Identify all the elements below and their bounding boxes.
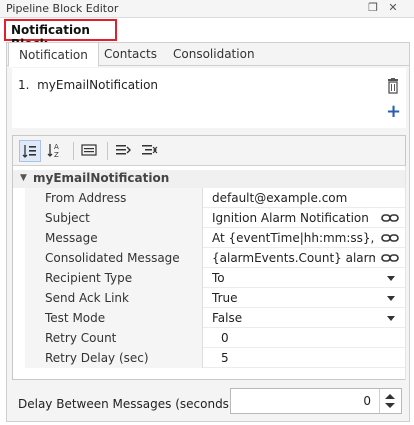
- link-icon[interactable]: [381, 211, 399, 225]
- property-name: Subject: [25, 208, 203, 228]
- tab-consolidation[interactable]: Consolidation: [163, 42, 265, 66]
- notification-list-item[interactable]: 1. myEmailNotification: [18, 78, 158, 92]
- svg-text:Z: Z: [54, 151, 59, 159]
- tab-notification[interactable]: Notification: [8, 42, 99, 67]
- toolbar-divider: [107, 142, 108, 160]
- window-titlebar: Pipeline Block Editor ❐ ✕: [0, 0, 414, 18]
- property-name: Consolidated Message: [25, 248, 203, 268]
- property-name: From Address: [25, 188, 203, 208]
- property-value[interactable]: Ignition Alarm Notification: [205, 208, 375, 228]
- notification-index: 1.: [18, 78, 30, 92]
- notification-list: 1. myEmailNotification +: [12, 68, 406, 128]
- property-row-from-address[interactable]: From Address default@example.com: [25, 188, 405, 208]
- property-row-message[interactable]: Message At {eventTime|hh:mm:ss}, alarm: [25, 228, 405, 248]
- tab-strip: Notification Contacts Consolidation: [6, 42, 410, 67]
- expand-all-icon[interactable]: [113, 140, 135, 162]
- restore-icon[interactable]: ❐: [366, 1, 380, 15]
- dropdown-icon[interactable]: [381, 311, 399, 325]
- notification-name: myEmailNotification: [37, 78, 159, 92]
- property-name: Recipient Type: [25, 268, 203, 288]
- tab-contacts[interactable]: Contacts: [94, 42, 167, 66]
- spinner-buttons: [379, 389, 401, 413]
- toolbar-divider: [73, 142, 74, 160]
- property-value[interactable]: False: [205, 308, 375, 328]
- property-value[interactable]: True: [205, 288, 375, 308]
- property-value[interactable]: 5: [205, 348, 375, 368]
- link-icon[interactable]: [381, 231, 399, 245]
- property-name: Retry Count: [25, 328, 203, 348]
- dropdown-icon[interactable]: [381, 271, 399, 285]
- delay-value[interactable]: 0: [363, 394, 371, 408]
- property-value[interactable]: At {eventTime|hh:mm:ss}, alarm: [205, 228, 375, 248]
- property-name: Retry Delay (sec): [25, 348, 203, 368]
- decrement-icon[interactable]: [385, 403, 395, 408]
- sort-categorized-icon[interactable]: [19, 140, 41, 162]
- property-toolbar: AZ: [13, 136, 405, 166]
- property-row-send-ack-link[interactable]: Send Ack Link True: [25, 288, 405, 308]
- collapse-triangle-icon[interactable]: ▼: [20, 173, 27, 183]
- property-group-header[interactable]: ▼ myEmailNotification: [13, 170, 405, 188]
- property-row-retry-delay[interactable]: Retry Delay (sec) 5: [25, 348, 405, 368]
- block-heading: Notification Block: [4, 19, 117, 51]
- property-name: Test Mode: [25, 308, 203, 328]
- property-name: Send Ack Link: [25, 288, 203, 308]
- close-icon[interactable]: ✕: [386, 1, 400, 15]
- svg-text:A: A: [54, 143, 59, 151]
- property-value[interactable]: 0: [205, 328, 375, 348]
- property-row-retry-count[interactable]: Retry Count 0: [25, 328, 405, 348]
- window-title: Pipeline Block Editor: [6, 2, 119, 15]
- collapse-all-icon[interactable]: [139, 140, 161, 162]
- property-value[interactable]: To: [205, 268, 375, 288]
- delay-label: Delay Between Messages (seconds):: [18, 397, 238, 411]
- property-name: Message: [25, 228, 203, 248]
- property-row-consolidated-message[interactable]: Consolidated Message {alarmEvents.Count}…: [25, 248, 405, 268]
- property-sheet: AZ ▼ myEmailNotification From Address de…: [12, 135, 406, 380]
- property-row-recipient-type[interactable]: Recipient Type To: [25, 268, 405, 288]
- add-icon[interactable]: +: [386, 103, 401, 121]
- property-sheet-divider: [405, 166, 406, 380]
- delay-spinner[interactable]: 0: [230, 388, 402, 414]
- link-icon[interactable]: [381, 251, 399, 265]
- increment-icon[interactable]: [385, 394, 395, 399]
- dropdown-icon[interactable]: [381, 291, 399, 305]
- property-row-subject[interactable]: Subject Ignition Alarm Notification: [25, 208, 405, 228]
- property-value[interactable]: default@example.com: [205, 188, 375, 208]
- property-row-test-mode[interactable]: Test Mode False: [25, 308, 405, 328]
- sort-alphabetical-icon[interactable]: AZ: [45, 140, 67, 162]
- property-value[interactable]: {alarmEvents.Count} alarm events: [205, 248, 375, 268]
- trash-icon[interactable]: [386, 78, 400, 94]
- property-group-name: myEmailNotification: [33, 171, 170, 185]
- description-icon[interactable]: [79, 140, 101, 162]
